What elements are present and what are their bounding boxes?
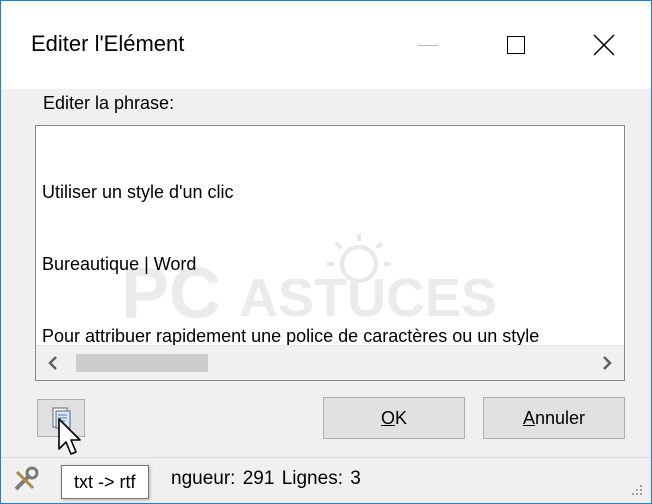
cancel-label: nnuler xyxy=(534,407,586,428)
minimize-button[interactable] xyxy=(384,1,472,89)
dialog-window: Editer l'Elément Editer la phrase: PC AS… xyxy=(0,0,652,504)
tools-icon xyxy=(14,466,39,491)
cancel-mnemonic: A xyxy=(522,407,535,428)
tooltip-text: txt -> rtf xyxy=(74,471,136,492)
title-bar[interactable]: Editer l'Elément xyxy=(1,1,651,89)
cancel-button[interactable]: Annuler xyxy=(483,397,625,439)
mouse-cursor-icon xyxy=(58,418,81,455)
resize-grip-icon[interactable] xyxy=(629,482,643,496)
ok-mnemonic: O xyxy=(380,407,395,428)
chevron-left-icon xyxy=(48,356,57,370)
scroll-left-button[interactable] xyxy=(36,346,70,380)
minimize-icon xyxy=(418,44,438,46)
status-text: ngueur: 291 Lignes: 3 xyxy=(171,468,361,489)
window-title: Editer l'Elément xyxy=(31,31,185,56)
close-button[interactable] xyxy=(560,1,648,89)
close-icon xyxy=(593,34,615,56)
scrollbar-thumb[interactable] xyxy=(76,354,208,372)
horizontal-scrollbar[interactable] xyxy=(36,345,624,380)
phrase-textarea[interactable]: PC ASTUCES Utiliser un style d'un clic B… xyxy=(35,125,625,381)
scroll-right-button[interactable] xyxy=(590,346,624,380)
phrase-text: Utiliser un style d'un clic Bureautique … xyxy=(42,132,539,380)
tooltip: txt -> rtf xyxy=(61,465,149,499)
ok-label: K xyxy=(395,407,408,428)
ok-button[interactable]: OK xyxy=(323,397,465,439)
text-line: Bureautique | Word xyxy=(42,254,197,274)
text-line: Utiliser un style d'un clic xyxy=(42,182,234,202)
phrase-label: Editer la phrase: xyxy=(43,93,175,113)
maximize-icon xyxy=(507,36,525,54)
chevron-right-icon xyxy=(603,356,612,370)
maximize-button[interactable] xyxy=(472,1,560,89)
